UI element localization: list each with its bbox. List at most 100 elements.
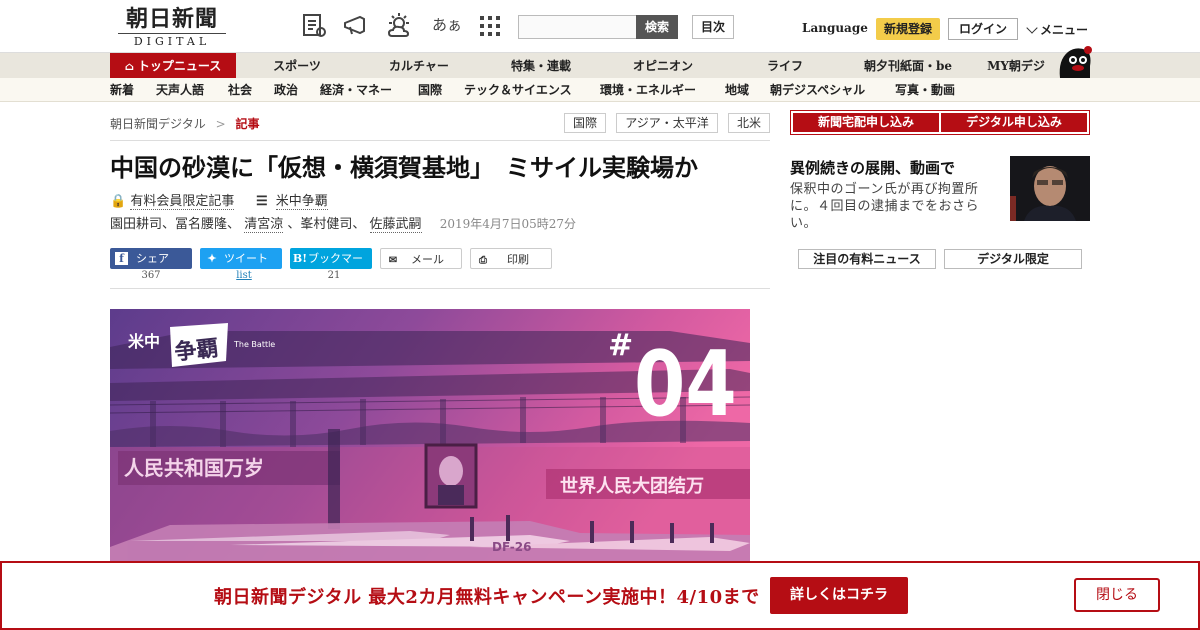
subnav-item[interactable]: 環境・エネルギー xyxy=(600,78,696,102)
sub-nav: 新着 天声人語 社会 政治 経済・マネー 国際 テック＆サイエンス 環境・エネル… xyxy=(0,78,1200,102)
newspaper-icon[interactable] xyxy=(300,12,328,40)
lock-icon: 🔒 xyxy=(110,194,127,209)
author-name: 園田耕司 xyxy=(110,217,163,232)
series-label: ☰ 米中争覇 xyxy=(256,190,328,210)
toc-button[interactable]: 目次 xyxy=(692,15,734,39)
subnav-item[interactable]: 天声人語 xyxy=(156,78,204,102)
print-label: 印刷 xyxy=(507,253,529,266)
paid-label-text[interactable]: 有料会員限定記事 xyxy=(130,194,235,210)
subnav-item[interactable]: 社会 xyxy=(228,78,252,102)
author-link[interactable]: 佐藤武嗣 xyxy=(369,217,422,233)
menu-label: メニュー xyxy=(1040,23,1089,37)
hero-series-jp1: 米中 xyxy=(128,332,160,351)
tab-digital-only[interactable]: デジタル限定 xyxy=(944,249,1082,269)
hero-banner-right: 世界人民大团结万 xyxy=(560,475,704,497)
sidebar-news-desc: 保釈中のゴーン氏が再び拘置所に。４回目の逮捕までをおさらい。 xyxy=(790,182,980,231)
search-input[interactable] xyxy=(518,15,638,39)
missile-code: DF-26 xyxy=(492,540,531,554)
author-link[interactable]: 清宮涼 xyxy=(244,217,284,233)
logo-jp: 朝日新聞 xyxy=(125,6,218,32)
subnav-item[interactable]: 地域 xyxy=(725,78,749,102)
digital-subscribe-button[interactable]: デジタル申し込み xyxy=(941,113,1087,132)
article-title: 中国の砂漠に「仮想・横須賀基地」 ミサイル実験場か xyxy=(110,153,698,182)
signup-button[interactable]: 新規登録 xyxy=(876,18,940,40)
home-icon: ⌂ xyxy=(124,60,134,73)
mail-icon: ✉ xyxy=(388,255,398,266)
newspaper-delivery-button[interactable]: 新聞宅配申し込み xyxy=(793,113,939,132)
author-name: 峯村健司 xyxy=(300,217,353,232)
breadcrumb: 朝日新聞デジタル > 記事 xyxy=(110,115,260,132)
nav-life[interactable]: ライフ xyxy=(752,53,818,79)
language-link[interactable]: Language xyxy=(802,21,868,35)
nav-sports[interactable]: スポーツ xyxy=(258,53,336,79)
publish-date: 2019年4月7日05時27分 xyxy=(439,217,577,231)
breadcrumb-current: 記事 xyxy=(235,117,260,131)
weather-icon[interactable] xyxy=(386,12,414,40)
mail-button[interactable]: ✉ メール xyxy=(380,248,462,269)
search-button[interactable]: 検索 xyxy=(636,15,678,39)
subscription-buttons: 新聞宅配申し込み デジタル申し込み xyxy=(790,110,1090,135)
author-name: 冨名腰隆 xyxy=(175,217,228,232)
nav-features[interactable]: 特集・連載 xyxy=(498,53,584,79)
hero-series-jp2: 争覇 xyxy=(173,335,219,365)
tag-north-america[interactable]: 北米 xyxy=(728,113,770,133)
author-line: 園田耕司、冨名腰隆、 清宮涼 、峯村健司、 佐藤武嗣 2019年4月7日05時2… xyxy=(110,217,577,233)
sidebar-news-thumbnail[interactable] xyxy=(1010,156,1090,221)
font-size-icon[interactable]: あぁ xyxy=(432,14,462,35)
divider xyxy=(110,140,770,141)
subnav-item[interactable]: 国際 xyxy=(418,78,442,102)
subnav-item[interactable]: 経済・マネー xyxy=(320,78,392,102)
campaign-text: 朝日新聞デジタル 最大2カ月無料キャンペーン実施中！4/10まで xyxy=(214,587,760,608)
facebook-share-button[interactable]: f シェア xyxy=(110,248,192,269)
mascot-icon xyxy=(1059,46,1092,78)
facebook-icon: f xyxy=(115,252,128,265)
menu-button[interactable]: メニュー xyxy=(1026,21,1089,38)
nav-my-asadigi[interactable]: MY朝デジ xyxy=(980,53,1052,79)
printer-icon: ⎙ xyxy=(479,255,487,266)
hatena-count: 21 xyxy=(327,270,341,281)
main-nav: ⌂ トップニュース スポーツ カルチャー 特集・連載 オピニオン ライフ 朝夕刊紙… xyxy=(0,52,1200,79)
nav-opinion[interactable]: オピニオン xyxy=(620,53,706,79)
hero-issue-number: 04 xyxy=(634,333,737,437)
hatena-icon: B! xyxy=(292,252,308,265)
site-logo[interactable]: 朝日新聞 DIGITAL xyxy=(114,6,230,48)
breadcrumb-home[interactable]: 朝日新聞デジタル xyxy=(110,117,206,131)
hatena-bookmark-button[interactable]: B!ブックマーク xyxy=(290,248,372,286)
facebook-share-count: 367 xyxy=(141,270,161,281)
subnav-item[interactable]: 新着 xyxy=(110,78,134,102)
series-link[interactable]: 米中争覇 xyxy=(275,194,328,210)
site-header: 朝日新聞 DIGITAL あぁ 検索 目次 Language 新規登録 ログイン xyxy=(0,0,1200,52)
nav-culture[interactable]: カルチャー xyxy=(376,53,462,79)
hero-banner-left: 人民共和国万岁 xyxy=(124,456,264,480)
twitter-icon: ✦ xyxy=(207,252,217,265)
twitter-share-label: ツイート xyxy=(224,252,268,265)
campaign-details-button[interactable]: 詳しくはコチラ xyxy=(770,577,908,614)
print-button[interactable]: ⎙ 印刷 xyxy=(470,248,552,269)
subnav-item[interactable]: 朝デジスペシャル xyxy=(770,78,865,102)
mail-label: メール xyxy=(411,253,444,266)
megaphone-icon[interactable] xyxy=(342,12,370,40)
subnav-item[interactable]: テック＆サイエンス xyxy=(464,78,572,102)
nav-label: トップニュース xyxy=(137,59,222,73)
hero-image: 人民共和国万岁 世界人民大团结万 DF-26 米中 争覇 The Battle xyxy=(110,309,750,569)
sidebar-news-title[interactable]: 異例続きの展開、動画で xyxy=(790,157,955,178)
logo-divider xyxy=(118,33,226,34)
tag-asia-pacific[interactable]: アジア・太平洋 xyxy=(616,113,718,133)
twitter-share-button[interactable]: ✦ ツイート xyxy=(200,248,282,269)
nav-paper[interactable]: 朝夕刊紙面・be xyxy=(850,53,966,79)
nav-top-news[interactable]: ⌂ トップニュース xyxy=(110,53,236,79)
subnav-item[interactable]: 政治 xyxy=(274,78,298,102)
chevron-down-icon xyxy=(1026,22,1038,34)
facebook-share-label: シェア xyxy=(136,252,169,265)
tag-international[interactable]: 国際 xyxy=(564,113,606,133)
breadcrumb-sep: > xyxy=(215,117,226,131)
tiananmen-parade-image: 人民共和国万岁 世界人民大团结万 DF-26 米中 争覇 The Battle xyxy=(110,309,750,569)
twitter-list-link[interactable]: list xyxy=(200,270,288,281)
logo-en: DIGITAL xyxy=(133,35,211,48)
close-banner-button[interactable]: 閉じる xyxy=(1074,578,1160,612)
login-button[interactable]: ログイン xyxy=(948,18,1018,40)
tab-paid-news[interactable]: 注目の有料ニュース xyxy=(798,249,936,269)
subnav-item[interactable]: 写真・動画 xyxy=(895,78,955,102)
apps-grid-icon[interactable] xyxy=(476,12,504,40)
hero-hash: # xyxy=(608,328,633,363)
